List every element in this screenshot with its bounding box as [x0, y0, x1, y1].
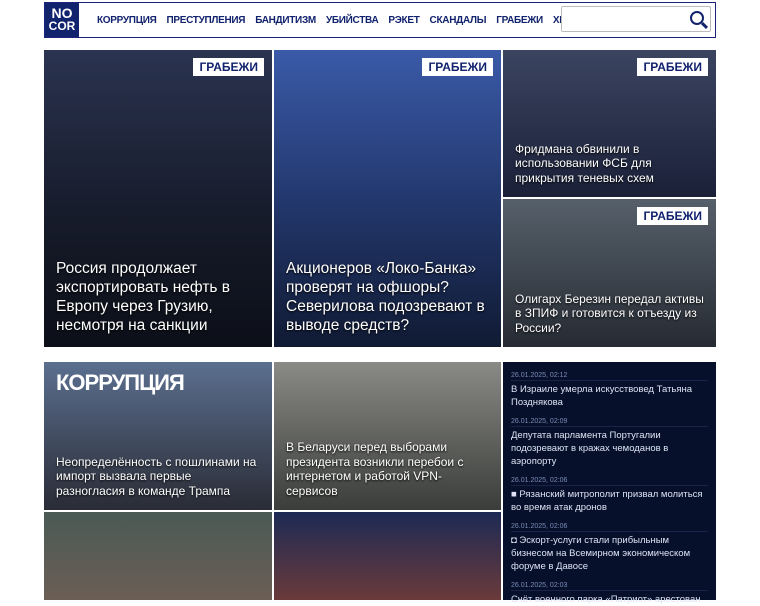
- feed-date: 26.01.2025, 02:09: [511, 418, 708, 427]
- feed-item[interactable]: 26.01.2025, 02:06 ■ Рязанский митрополит …: [511, 477, 708, 514]
- feed-date: 26.01.2025, 02:06: [511, 477, 708, 486]
- nav-item-banditry[interactable]: БАНДИТИЗМ: [255, 15, 316, 26]
- header: NO COR КОРРУПЦИЯ ПРЕСТУПЛЕНИЯ БАНДИТИЗМ У…: [44, 2, 716, 38]
- search-box: [561, 6, 711, 32]
- nav-item-scandals[interactable]: СКАНДАЛЫ: [430, 15, 487, 26]
- feed-date: 26.01.2025, 02:06: [511, 523, 708, 532]
- feed-date: 26.01.2025, 02:03: [511, 582, 708, 591]
- search-icon[interactable]: [690, 11, 704, 25]
- feed-title[interactable]: Депутата парламента Португалии подозрева…: [511, 429, 708, 468]
- feed-date: 26.01.2025, 02:12: [511, 372, 708, 381]
- nav-item-racket[interactable]: РЭКЕТ: [388, 15, 419, 26]
- video-icon: ■: [511, 489, 517, 500]
- category-badge[interactable]: ГРАБЕЖИ: [637, 207, 708, 225]
- news-image[interactable]: [274, 512, 501, 600]
- nav-item-crimes[interactable]: ПРЕСТУПЛЕНИЯ: [166, 15, 245, 26]
- nav-item-murders[interactable]: УБИЙСТВА: [326, 15, 379, 26]
- card-title[interactable]: Неопределённость с пошлинами на импорт в…: [56, 455, 262, 499]
- feed-item[interactable]: 26.01.2025, 02:03 Счёт военного парка «Па…: [511, 582, 708, 606]
- feed-item[interactable]: 26.01.2025, 02:06 ◘ Эскорт-услуги стали п…: [511, 523, 708, 573]
- news-card[interactable]: В Беларуси перед выборами президента воз…: [274, 362, 501, 510]
- main-nav: КОРРУПЦИЯ ПРЕСТУПЛЕНИЯ БАНДИТИЗМ УБИЙСТВ…: [97, 15, 600, 26]
- category-badge[interactable]: ГРАБЕЖИ: [637, 58, 708, 76]
- category-badge[interactable]: ГРАБЕЖИ: [422, 58, 493, 76]
- card-title[interactable]: В Беларуси перед выборами президента воз…: [286, 440, 491, 498]
- news-card[interactable]: ГРАБЕЖИ Фридмана обвинили в использовани…: [503, 50, 716, 197]
- news-card[interactable]: ГРАБЕЖИ Олигарх Березин передал активы в…: [503, 199, 716, 347]
- card-title[interactable]: Акционеров «Локо-Банка» проверят на офшо…: [286, 259, 491, 335]
- news-feed: 26.01.2025, 02:12 В Израиле умерла искусс…: [503, 362, 716, 605]
- card-title[interactable]: Фридмана обвинили в использовании ФСБ дл…: [515, 142, 706, 186]
- feed-title[interactable]: Эскорт-услуги стали прибыльным бизнесом …: [511, 535, 690, 572]
- feed-item[interactable]: 26.01.2025, 02:12 В Израиле умерла искусс…: [511, 372, 708, 409]
- feed-title[interactable]: Рязанский митрополит призвал молиться во…: [511, 489, 703, 513]
- news-image[interactable]: [44, 512, 272, 600]
- news-card[interactable]: КОРРУПЦИЯ Неопределённость с пошлинами н…: [44, 362, 272, 510]
- nav-item-robbery[interactable]: ГРАБЕЖИ: [496, 15, 543, 26]
- feed-item[interactable]: 26.01.2025, 02:09 Депутата парламента Пор…: [511, 418, 708, 468]
- card-title[interactable]: Россия продолжает экспортировать нефть в…: [56, 259, 262, 335]
- logo[interactable]: NO COR: [45, 3, 79, 37]
- search-input[interactable]: [562, 7, 682, 31]
- news-card[interactable]: ГРАБЕЖИ Акционеров «Локо-Банка» проверят…: [274, 50, 501, 347]
- camera-icon: ◘: [511, 535, 517, 546]
- category-badge[interactable]: ГРАБЕЖИ: [193, 58, 264, 76]
- nav-item-corruption[interactable]: КОРРУПЦИЯ: [97, 15, 157, 26]
- feed-title[interactable]: В Израиле умерла искусствовед Татьяна По…: [511, 383, 708, 409]
- card-title[interactable]: Олигарх Березин передал активы в ЗПИФ и …: [515, 292, 706, 336]
- section-title[interactable]: КОРРУПЦИЯ: [56, 370, 185, 396]
- news-card[interactable]: ГРАБЕЖИ Россия продолжает экспортировать…: [44, 50, 272, 347]
